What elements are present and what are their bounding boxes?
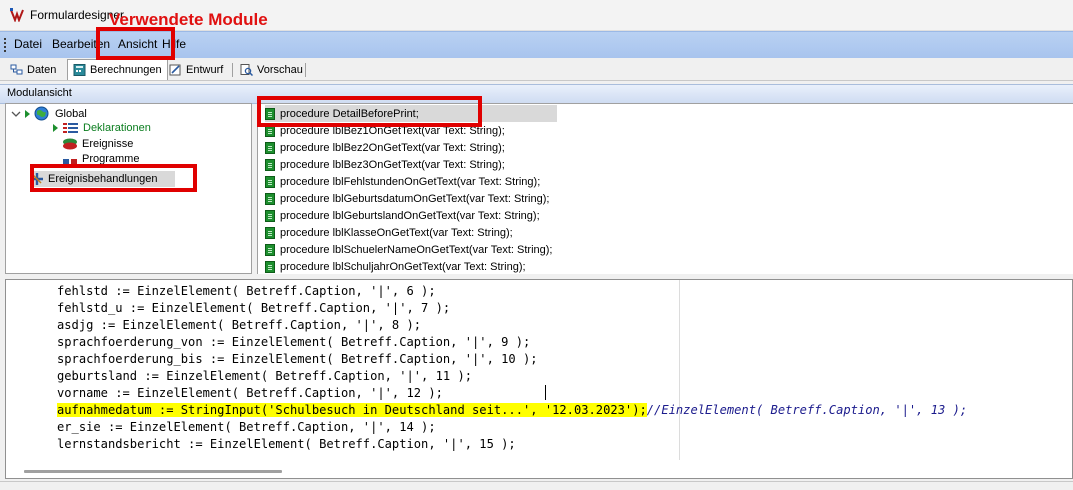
tab-bar: Daten Berechnungen Entwurf Vorschau bbox=[0, 58, 1073, 81]
text-caret bbox=[545, 385, 546, 400]
code-line: sprachfoerderung_bis := EinzelElement( B… bbox=[57, 352, 538, 366]
list-item[interactable]: procedure lblBez1OnGetText(var Text: Str… bbox=[265, 122, 505, 139]
procedure-icon bbox=[265, 243, 275, 256]
play-arrow-icon bbox=[53, 124, 58, 132]
play-arrow-icon bbox=[25, 109, 30, 118]
highlighted-code: aufnahmedatum := StringInput('Schulbesuc… bbox=[57, 403, 647, 417]
design-icon bbox=[169, 64, 181, 75]
preview-icon bbox=[240, 63, 253, 76]
tree-node-programme[interactable]: Programme bbox=[62, 154, 139, 164]
module-view-title: Modulansicht bbox=[7, 87, 72, 99]
tree-node-ereignisbehandlungen[interactable]: Ereignisbehandlungen bbox=[30, 171, 175, 187]
events-icon bbox=[63, 138, 77, 150]
procedure-icon bbox=[265, 175, 275, 188]
code-line: asdjg := EinzelElement( Betreff.Caption,… bbox=[57, 318, 422, 332]
app-icon bbox=[10, 8, 24, 22]
tab-label: Daten bbox=[27, 63, 57, 76]
code-comment: //EinzelElement( Betreff.Caption, '|', 1… bbox=[646, 403, 968, 417]
right-margin-guide bbox=[679, 280, 680, 460]
procedure-label: procedure lblGeburtsdatumOnGetText(var T… bbox=[280, 192, 550, 205]
tab-separator bbox=[232, 63, 233, 77]
menu-datei[interactable]: Datei bbox=[14, 37, 42, 51]
procedure-icon bbox=[265, 260, 275, 273]
menu-bar: Datei Bearbeiten Ansicht Hilfe bbox=[0, 31, 1073, 59]
list-item[interactable]: procedure lblBez2OnGetText(var Text: Str… bbox=[265, 139, 505, 156]
horizontal-scrollbar[interactable] bbox=[24, 470, 282, 473]
tree-node-deklarationen[interactable]: Deklarationen bbox=[52, 122, 151, 134]
code-line: geburtsland := EinzelElement( Betreff.Ca… bbox=[57, 369, 473, 383]
tab-entwurf[interactable]: Entwurf bbox=[164, 60, 228, 79]
module-tree[interactable]: Global Deklarationen Ereignisse Programm… bbox=[5, 103, 252, 274]
list-item[interactable]: procedure lblBez3OnGetText(var Text: Str… bbox=[265, 156, 505, 173]
list-item[interactable]: procedure lblGeburtsdatumOnGetText(var T… bbox=[265, 190, 549, 207]
procedure-label: procedure lblSchuljahrOnGetText(var Text… bbox=[280, 260, 526, 273]
menubar-grip[interactable] bbox=[4, 38, 6, 52]
code-line: sprachfoerderung_von := EinzelElement( B… bbox=[57, 335, 531, 349]
tab-vorschau[interactable]: Vorschau bbox=[235, 60, 308, 79]
declarations-icon bbox=[63, 123, 78, 133]
menu-hilfe[interactable]: Hilfe bbox=[162, 37, 186, 51]
procedure-icon bbox=[265, 226, 275, 239]
code-line: fehlstd := EinzelElement( Betreff.Captio… bbox=[57, 284, 436, 298]
list-item[interactable]: procedure lblSchuelerNameOnGetText(var T… bbox=[265, 241, 552, 258]
code-editor[interactable]: fehlstd := EinzelElement( Betreff.Captio… bbox=[5, 279, 1073, 479]
tab-separator bbox=[305, 63, 306, 77]
menu-ansicht[interactable]: Ansicht bbox=[118, 37, 157, 51]
procedure-label: procedure lblGeburtslandOnGetText(var Te… bbox=[280, 209, 540, 222]
code-line-highlighted: aufnahmedatum := StringInput('Schulbesuc… bbox=[57, 402, 967, 419]
code-line: er_sie := EinzelElement( Betreff.Caption… bbox=[57, 420, 436, 434]
code-line: fehlstd_u := EinzelElement( Betreff.Capt… bbox=[57, 301, 451, 315]
list-item[interactable]: procedure DetailBeforePrint; bbox=[265, 105, 557, 122]
tab-daten[interactable]: Daten bbox=[5, 60, 61, 79]
tab-label: Berechnungen bbox=[90, 64, 162, 76]
procedure-label: procedure lblBez3OnGetText(var Text: Str… bbox=[280, 158, 505, 171]
procedure-label: procedure lblFehlstundenOnGetText(var Te… bbox=[280, 175, 541, 188]
menu-bearbeiten[interactable]: Bearbeiten bbox=[52, 37, 110, 51]
procedure-icon bbox=[265, 107, 275, 120]
globe-icon bbox=[34, 106, 49, 121]
tree-node-ereignisse[interactable]: Ereignisse bbox=[62, 138, 133, 150]
chevron-down-icon[interactable] bbox=[11, 109, 21, 119]
list-item[interactable]: procedure lblFehlstundenOnGetText(var Te… bbox=[265, 173, 540, 190]
tree-label: Programme bbox=[82, 154, 140, 164]
procedure-list[interactable]: procedure DetailBeforePrint; procedure l… bbox=[257, 103, 1073, 274]
module-view-header: Modulansicht bbox=[0, 84, 1073, 104]
tree-label: Global bbox=[55, 107, 87, 120]
tab-label: Vorschau bbox=[257, 63, 303, 76]
event-handlers-icon bbox=[31, 173, 43, 185]
procedure-icon bbox=[265, 141, 275, 154]
list-item[interactable]: procedure lblSchuljahrOnGetText(var Text… bbox=[265, 258, 526, 274]
procedure-label: procedure lblSchuelerNameOnGetText(var T… bbox=[280, 243, 553, 256]
calculator-icon bbox=[73, 64, 86, 76]
list-item[interactable]: procedure lblGeburtslandOnGetText(var Te… bbox=[265, 207, 540, 224]
procedure-icon bbox=[265, 209, 275, 222]
data-icon bbox=[10, 64, 23, 74]
procedure-label: procedure lblKlasseOnGetText(var Text: S… bbox=[280, 226, 513, 239]
tree-label: Ereignisbehandlungen bbox=[48, 173, 158, 185]
tab-label: Entwurf bbox=[186, 63, 224, 76]
code-line: lernstandsbericht := EinzelElement( Betr… bbox=[57, 437, 516, 451]
tree-label: Ereignisse bbox=[82, 138, 134, 150]
procedure-icon bbox=[265, 158, 275, 171]
programs-icon bbox=[63, 159, 77, 164]
code-line: vorname := EinzelElement( Betreff.Captio… bbox=[57, 386, 443, 400]
tree-label: Deklarationen bbox=[83, 122, 151, 134]
tree-node-global[interactable]: Global bbox=[11, 106, 87, 121]
annotation-label: Verwendete Module bbox=[109, 10, 268, 29]
tab-berechnungen[interactable]: Berechnungen bbox=[67, 59, 168, 80]
procedure-label: procedure lblBez1OnGetText(var Text: Str… bbox=[280, 124, 505, 137]
list-item[interactable]: procedure lblKlasseOnGetText(var Text: S… bbox=[265, 224, 513, 241]
procedure-icon bbox=[265, 192, 275, 205]
procedure-icon bbox=[265, 124, 275, 137]
procedure-label: procedure DetailBeforePrint; bbox=[280, 107, 419, 120]
procedure-label: procedure lblBez2OnGetText(var Text: Str… bbox=[280, 141, 505, 154]
